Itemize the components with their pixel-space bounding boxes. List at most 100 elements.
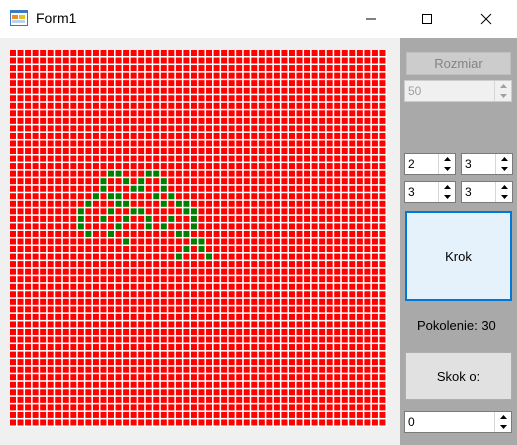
cell-dead[interactable] — [70, 208, 77, 215]
cell-dead[interactable] — [40, 344, 47, 351]
cell-dead[interactable] — [145, 110, 152, 117]
cell-dead[interactable] — [213, 336, 220, 343]
cell-dead[interactable] — [47, 374, 54, 381]
cell-dead[interactable] — [153, 65, 160, 72]
cell-alive[interactable] — [145, 170, 152, 177]
cell-dead[interactable] — [62, 155, 69, 162]
cell-dead[interactable] — [70, 193, 77, 200]
cell-dead[interactable] — [326, 298, 333, 305]
cell-dead[interactable] — [138, 238, 145, 245]
cell-dead[interactable] — [243, 404, 250, 411]
cell-dead[interactable] — [47, 80, 54, 87]
cell-dead[interactable] — [77, 291, 84, 298]
cell-dead[interactable] — [221, 328, 228, 335]
cell-dead[interactable] — [25, 246, 32, 253]
cell-dead[interactable] — [153, 125, 160, 132]
cell-dead[interactable] — [25, 321, 32, 328]
cell-dead[interactable] — [364, 328, 371, 335]
cell-dead[interactable] — [17, 276, 24, 283]
cell-dead[interactable] — [334, 298, 341, 305]
cell-dead[interactable] — [190, 50, 197, 56]
cell-dead[interactable] — [32, 276, 39, 283]
cell-dead[interactable] — [183, 148, 190, 155]
cell-dead[interactable] — [77, 50, 84, 56]
cell-dead[interactable] — [85, 381, 92, 388]
cell-dead[interactable] — [77, 374, 84, 381]
cell-dead[interactable] — [138, 328, 145, 335]
cell-dead[interactable] — [288, 72, 295, 79]
cell-dead[interactable] — [115, 185, 122, 192]
cell-dead[interactable] — [364, 291, 371, 298]
cell-dead[interactable] — [198, 276, 205, 283]
cell-dead[interactable] — [92, 80, 99, 87]
cell-dead[interactable] — [100, 50, 107, 56]
cell-dead[interactable] — [115, 117, 122, 124]
cell-dead[interactable] — [168, 321, 175, 328]
cell-dead[interactable] — [349, 72, 356, 79]
cell-dead[interactable] — [100, 261, 107, 268]
cell-dead[interactable] — [243, 276, 250, 283]
cell-dead[interactable] — [349, 163, 356, 170]
cell-dead[interactable] — [206, 57, 213, 64]
cell-dead[interactable] — [251, 50, 258, 56]
cell-dead[interactable] — [296, 102, 303, 109]
cell-dead[interactable] — [213, 366, 220, 373]
cell-dead[interactable] — [17, 155, 24, 162]
cell-dead[interactable] — [108, 215, 115, 222]
cell-dead[interactable] — [40, 298, 47, 305]
cell-dead[interactable] — [273, 155, 280, 162]
cell-dead[interactable] — [213, 328, 220, 335]
cell-dead[interactable] — [243, 246, 250, 253]
cell-dead[interactable] — [266, 125, 273, 132]
cell-dead[interactable] — [153, 328, 160, 335]
cell-dead[interactable] — [70, 374, 77, 381]
cell-dead[interactable] — [115, 313, 122, 320]
cell-dead[interactable] — [17, 246, 24, 253]
cell-dead[interactable] — [349, 366, 356, 373]
cell-dead[interactable] — [138, 404, 145, 411]
cell-dead[interactable] — [17, 178, 24, 185]
cell-alive[interactable] — [153, 170, 160, 177]
cell-dead[interactable] — [356, 306, 363, 313]
cell-dead[interactable] — [221, 268, 228, 275]
cell-dead[interactable] — [153, 283, 160, 290]
cell-dead[interactable] — [221, 72, 228, 79]
cell-dead[interactable] — [213, 223, 220, 230]
cell-dead[interactable] — [138, 125, 145, 132]
cell-dead[interactable] — [221, 381, 228, 388]
cell-dead[interactable] — [100, 298, 107, 305]
cell-dead[interactable] — [198, 87, 205, 94]
cell-dead[interactable] — [32, 125, 39, 132]
cell-dead[interactable] — [266, 276, 273, 283]
cell-dead[interactable] — [341, 313, 348, 320]
cell-dead[interactable] — [130, 344, 137, 351]
cell-alive[interactable] — [77, 215, 84, 222]
cell-dead[interactable] — [55, 215, 62, 222]
rule-stepper-d[interactable]: 3 — [461, 181, 513, 203]
cell-dead[interactable] — [62, 132, 69, 139]
cell-dead[interactable] — [92, 374, 99, 381]
cell-dead[interactable] — [326, 193, 333, 200]
cell-dead[interactable] — [198, 200, 205, 207]
cell-dead[interactable] — [311, 366, 318, 373]
cell-dead[interactable] — [17, 366, 24, 373]
cell-dead[interactable] — [175, 95, 182, 102]
cell-dead[interactable] — [123, 306, 130, 313]
cell-dead[interactable] — [123, 276, 130, 283]
cell-dead[interactable] — [356, 396, 363, 403]
cell-dead[interactable] — [108, 276, 115, 283]
cell-dead[interactable] — [40, 102, 47, 109]
cell-dead[interactable] — [334, 80, 341, 87]
cell-dead[interactable] — [190, 148, 197, 155]
cell-dead[interactable] — [62, 230, 69, 237]
cell-dead[interactable] — [145, 261, 152, 268]
cell-dead[interactable] — [115, 246, 122, 253]
cell-dead[interactable] — [108, 291, 115, 298]
cell-dead[interactable] — [334, 185, 341, 192]
cell-dead[interactable] — [273, 396, 280, 403]
cell-dead[interactable] — [206, 155, 213, 162]
cell-dead[interactable] — [266, 50, 273, 56]
cell-dead[interactable] — [108, 140, 115, 147]
cell-dead[interactable] — [379, 261, 386, 268]
cell-dead[interactable] — [243, 185, 250, 192]
